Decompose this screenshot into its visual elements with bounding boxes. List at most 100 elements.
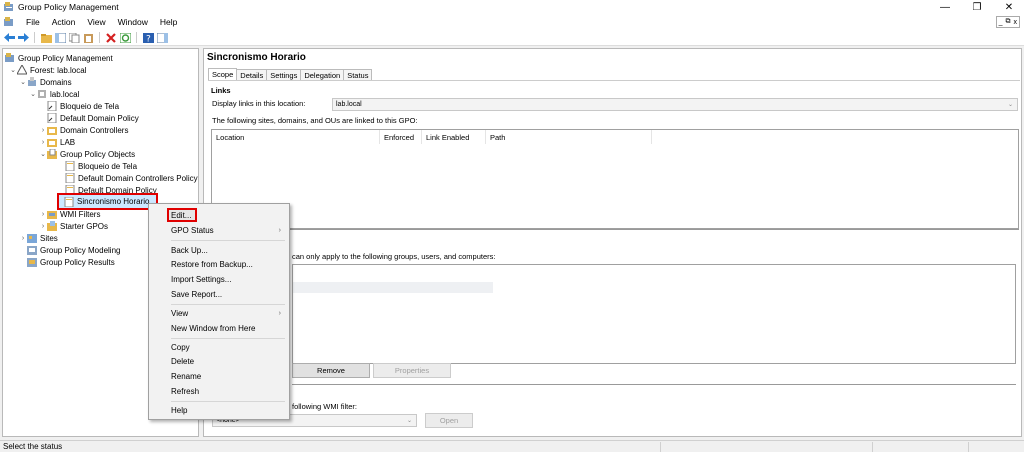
menu-item-delete[interactable]: Delete xyxy=(149,354,289,368)
tab-delegation[interactable]: Delegation xyxy=(300,69,345,80)
menu-window[interactable]: Window xyxy=(112,17,154,27)
tree-node-domains[interactable]: ⌄ Domains xyxy=(19,76,72,88)
column-location[interactable]: Location xyxy=(212,130,380,144)
paste-icon[interactable] xyxy=(82,32,94,44)
links-heading: Links xyxy=(211,86,231,95)
menu-help[interactable]: Help xyxy=(154,17,183,27)
tree-node-gpo-sincronismo[interactable]: Sincronismo Horario xyxy=(57,193,158,210)
column-path[interactable]: Path xyxy=(486,130,652,144)
starter-gpo-folder-icon xyxy=(47,221,57,231)
tree-node-wmi-filters[interactable]: › WMI Filters xyxy=(39,208,100,220)
collapse-chevron-icon[interactable]: ⌄ xyxy=(29,90,37,98)
expand-chevron-icon[interactable]: › xyxy=(39,127,47,134)
tree-node-sites[interactable]: › Sites xyxy=(19,232,58,244)
tab-scope[interactable]: Scope xyxy=(208,68,238,80)
show-hide-tree-icon[interactable] xyxy=(54,32,66,44)
window-title: Group Policy Management xyxy=(18,2,119,12)
copy-icon[interactable] xyxy=(68,32,80,44)
display-links-combo[interactable]: lab.local ⌄ xyxy=(332,98,1018,111)
wmi-folder-icon xyxy=(47,211,57,219)
mdi-minimize-button[interactable]: _ xyxy=(999,19,1003,26)
tree-node-results[interactable]: Group Policy Results xyxy=(27,256,115,268)
links-listview[interactable]: Location Enforced Link Enabled Path xyxy=(211,129,1019,229)
menu-item-restore-from-backup[interactable]: Restore from Backup... xyxy=(149,257,289,271)
menu-item-new-window[interactable]: New Window from Here xyxy=(149,321,289,335)
menu-item-rename[interactable]: Rename xyxy=(149,369,289,383)
expand-chevron-icon[interactable]: › xyxy=(39,223,47,230)
tree-node-lab[interactable]: › LAB xyxy=(39,136,75,148)
up-folder-icon[interactable] xyxy=(40,32,52,44)
delete-icon[interactable] xyxy=(105,32,117,44)
forward-arrow-icon[interactable] xyxy=(17,32,29,44)
tab-status[interactable]: Status xyxy=(343,69,373,80)
tree-node-gpo-default-dc[interactable]: Default Domain Controllers Policy xyxy=(65,172,198,184)
restore-button[interactable]: ❐ xyxy=(962,0,992,14)
open-button[interactable]: Open xyxy=(425,413,473,428)
tree-node-gpm-root[interactable]: Group Policy Management xyxy=(5,52,113,64)
menu-item-back-up[interactable]: Back Up... xyxy=(149,243,289,257)
show-hide-action-pane-icon[interactable] xyxy=(156,32,168,44)
security-filtering-description: can only apply to the following groups, … xyxy=(292,252,496,261)
security-filtering-listview[interactable] xyxy=(292,264,1016,364)
domain-icon xyxy=(38,90,46,98)
remove-button[interactable]: Remove xyxy=(292,363,370,378)
toolbar: ? xyxy=(0,30,1024,46)
collapse-chevron-icon[interactable]: ⌄ xyxy=(9,66,17,74)
help-icon[interactable]: ? xyxy=(142,32,154,44)
tree-node-modeling[interactable]: Group Policy Modeling xyxy=(27,244,120,256)
minimize-button[interactable]: — xyxy=(930,0,960,14)
tree-node-link-default-domain[interactable]: Default Domain Policy xyxy=(47,112,139,124)
tree-node-domain-controllers[interactable]: › Domain Controllers xyxy=(39,124,128,136)
tree-label: Default Domain Policy xyxy=(78,185,157,195)
ou-icon xyxy=(47,139,57,147)
tree-node-forest[interactable]: ⌄ Forest: lab.local xyxy=(9,64,86,76)
menu-action[interactable]: Action xyxy=(46,17,82,27)
tree-label: Domains xyxy=(40,77,72,87)
tree-node-domain[interactable]: ⌄ lab.local xyxy=(29,88,79,100)
svg-text:?: ? xyxy=(146,34,151,43)
back-arrow-icon[interactable] xyxy=(3,32,15,44)
submenu-arrow-icon: › xyxy=(278,226,281,234)
expand-chevron-icon[interactable]: › xyxy=(39,139,47,146)
tree-node-link-bloqueio[interactable]: Bloqueio de Tela xyxy=(47,100,119,112)
menu-separator xyxy=(171,240,285,241)
menu-view[interactable]: View xyxy=(81,17,111,27)
tab-details[interactable]: Details xyxy=(236,69,268,80)
tree-node-starter-gpos[interactable]: › Starter GPOs xyxy=(39,220,108,232)
tree-label: Default Domain Controllers Policy xyxy=(78,173,198,183)
gpmc-app-icon xyxy=(4,2,13,11)
tree-label: Group Policy Results xyxy=(40,257,115,267)
close-button[interactable]: ✕ xyxy=(994,0,1024,14)
list-item[interactable] xyxy=(293,282,493,293)
properties-button[interactable]: Properties xyxy=(373,363,451,378)
menu-item-edit[interactable]: Edit... xyxy=(167,208,197,222)
refresh-icon[interactable] xyxy=(119,32,131,44)
tree-node-gpo-bloqueio[interactable]: Bloqueio de Tela xyxy=(65,160,137,172)
tree-node-gpo-container[interactable]: ⌄ Group Policy Objects xyxy=(39,148,135,160)
collapse-chevron-icon[interactable]: ⌄ xyxy=(39,150,47,158)
menu-item-refresh[interactable]: Refresh xyxy=(149,384,289,398)
menu-item-gpo-status[interactable]: GPO Status › xyxy=(149,223,289,237)
menu-item-view[interactable]: View › xyxy=(149,306,289,320)
expand-chevron-icon[interactable]: › xyxy=(19,235,27,242)
menu-item-import-settings[interactable]: Import Settings... xyxy=(149,272,289,286)
tree-label: Group Policy Modeling xyxy=(40,245,121,255)
column-enforced[interactable]: Enforced xyxy=(380,130,422,144)
linked-description: The following sites, domains, and OUs ar… xyxy=(212,116,418,125)
collapse-chevron-icon[interactable]: ⌄ xyxy=(19,78,27,86)
expand-chevron-icon[interactable]: › xyxy=(39,211,47,218)
menu-item-label: GPO Status xyxy=(171,225,214,235)
menu-bar: File Action View Window Help xyxy=(0,14,1024,30)
gpm-console-icon xyxy=(5,53,14,62)
menu-file[interactable]: File xyxy=(20,17,46,27)
column-link-enabled[interactable]: Link Enabled xyxy=(422,130,486,144)
mdi-close-button[interactable]: x xyxy=(1014,19,1018,26)
tree-label: Default Domain Policy xyxy=(60,113,139,123)
display-links-label: Display links in this location: xyxy=(212,99,306,108)
menu-item-save-report[interactable]: Save Report... xyxy=(149,287,289,301)
scope-panel: Links Display links in this location: la… xyxy=(208,80,1020,436)
menu-item-copy[interactable]: Copy xyxy=(149,340,289,354)
mdi-restore-button[interactable]: ⧉ xyxy=(1006,18,1011,26)
tab-settings[interactable]: Settings xyxy=(266,69,302,80)
menu-item-help[interactable]: Help xyxy=(149,403,289,417)
